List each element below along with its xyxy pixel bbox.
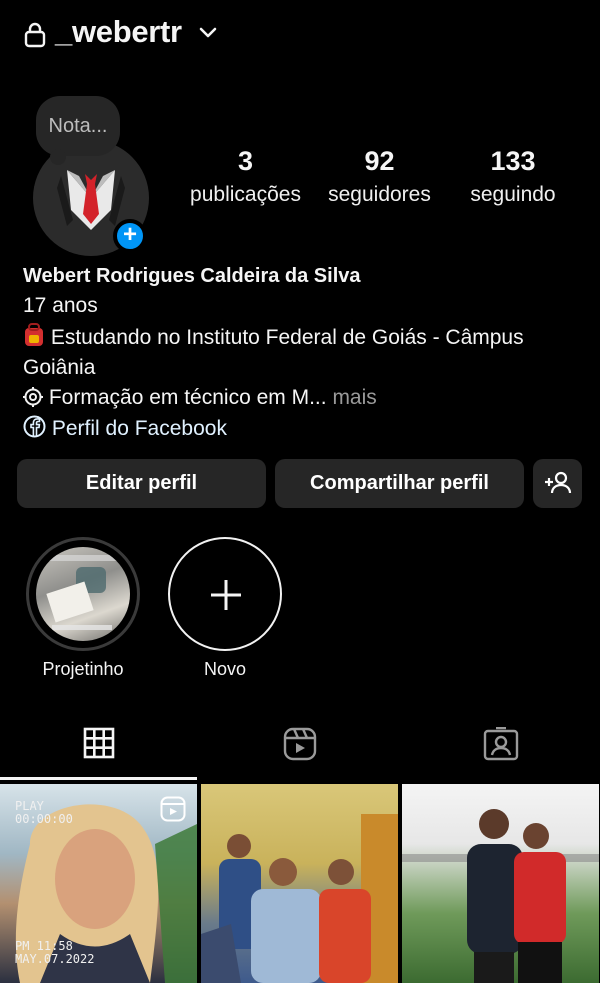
stat-posts-value: 3 [237,146,254,176]
stat-following[interactable]: 133 seguindo [458,146,568,207]
new-highlight-circle [168,537,282,651]
note-bubble[interactable]: Nota... [36,96,120,165]
discover-people-button[interactable] [533,459,582,508]
stat-following-value: 133 [490,146,536,176]
plus-icon [211,580,241,610]
highlight-new[interactable]: Novo [167,537,283,680]
post-tile[interactable] [201,784,398,983]
stat-posts[interactable]: 3 publicações [188,146,303,207]
backpack-icon [25,323,43,346]
reels-icon [283,727,317,761]
add-story-button[interactable]: + [113,219,147,253]
highlight-projetinho[interactable]: Projetinho [25,537,141,680]
stat-following-label: seguindo [470,183,556,206]
stat-posts-label: publicações [190,183,301,206]
post-image [201,814,398,983]
rec-play: PLAY [15,799,44,813]
post-tile[interactable] [402,784,599,983]
stat-followers-label: seguidores [328,183,431,206]
rec-stamp-time: PM 11:58 [15,939,73,953]
active-tab-indicator [0,777,197,780]
stat-followers[interactable]: 92 seguidores [322,146,437,207]
facebook-link[interactable]: Perfil do Facebook [23,415,227,441]
post-tile[interactable]: PLAY 00:00:00 PM 11:58 MAY.07.2022 [0,784,197,983]
post-image [402,809,599,983]
reel-icon [160,796,186,822]
rec-time: 00:00:00 [15,812,73,826]
highlight-cover [26,537,140,651]
profile-course-text: Formação em técnico em M... [48,386,327,409]
more-link[interactable]: mais [332,386,376,409]
profile-school: Estudando no Instituto Federal de Goiás … [23,323,583,383]
highlight-label: Projetinho [42,659,124,679]
tagged-tab[interactable] [400,723,600,779]
gear-icon [23,387,43,407]
profile-header: _webertr [0,0,600,70]
share-profile-button[interactable]: Compartilhar perfil [275,459,524,508]
edit-profile-button[interactable]: Editar perfil [17,459,266,508]
lock-icon [24,22,46,48]
profile-course[interactable]: Formação em técnico em M... mais [23,386,377,410]
profile-name: Webert Rodrigues Caldeira da Silva [23,265,361,287]
add-person-icon [544,471,571,494]
chevron-down-icon[interactable] [198,26,218,40]
highlight-label: Novo [203,659,247,679]
highlight-image [46,555,118,630]
grid-tab[interactable] [0,723,200,779]
profile-age: 17 anos [23,294,98,317]
tagged-icon [483,727,519,761]
profile-school-text: Estudando no Instituto Federal de Goiás … [23,326,524,379]
rec-stamp-date: MAY.07.2022 [15,952,95,966]
grid-icon [83,727,115,759]
stat-followers-value: 92 [364,146,395,176]
facebook-link-text: Perfil do Facebook [51,417,227,440]
reels-tab[interactable] [200,723,400,779]
username[interactable]: _webertr [55,14,182,50]
facebook-icon [23,415,46,438]
